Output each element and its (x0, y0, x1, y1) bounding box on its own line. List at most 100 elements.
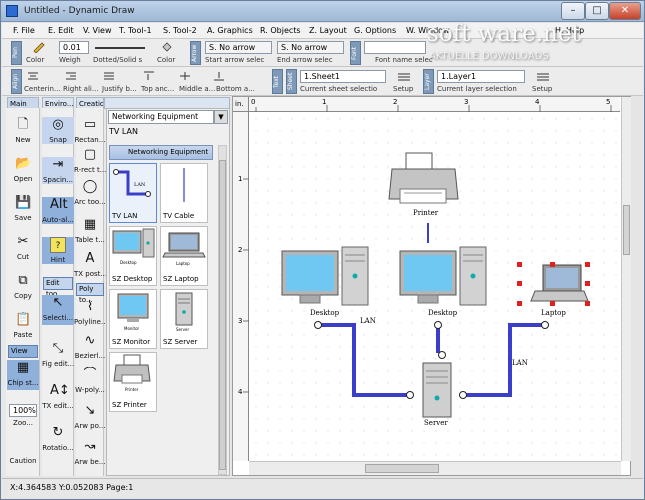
tile-tv-lan[interactable]: LAN TV LAN (109, 163, 157, 223)
menu-options[interactable]: G. Options (354, 26, 396, 35)
font-name-label[interactable]: Font name selec (375, 56, 433, 64)
menu-layout[interactable]: Z. Layout (309, 26, 347, 35)
zoom-input[interactable]: 100% (9, 404, 37, 417)
fill-bucket-icon[interactable] (160, 41, 174, 53)
library-select-arrow[interactable]: ▼ (214, 110, 228, 124)
zoom-dropdown[interactable]: Zoo... (7, 419, 39, 427)
arrow-poly-tool[interactable]: ↘ Arw po... (74, 403, 106, 430)
layer-select-label[interactable]: Current layer selection (437, 85, 517, 93)
tile-sz-monitor[interactable]: Monitor SZ Monitor (109, 289, 157, 349)
pen-icon[interactable] (32, 41, 46, 53)
menu-objects[interactable]: R. Objects (260, 26, 301, 35)
table-tool[interactable]: ▦ Table t... (74, 217, 106, 244)
start-arrow-select[interactable]: S. No arrow (205, 41, 272, 54)
new-button[interactable]: 🗋 New (7, 117, 39, 144)
rounded-rect-tool[interactable]: ▢ R-rect t... (74, 147, 106, 174)
align-right-label[interactable]: Right ali... (63, 85, 99, 93)
tx-edit-button[interactable]: A↕ TX edit... (42, 383, 74, 410)
justify-label[interactable]: Justify b... (102, 85, 137, 93)
edit-tools-head[interactable]: Edit too... (43, 277, 73, 298)
font-tab[interactable]: Font (350, 41, 361, 65)
view-panel-head[interactable]: View (8, 345, 38, 358)
label-laptop[interactable]: Laptop (541, 309, 566, 317)
tile-sz-server[interactable]: Server SZ Server (160, 289, 208, 349)
sheet-setup-label[interactable]: Setup (393, 85, 413, 93)
maximize-button[interactable]: □ (585, 2, 609, 20)
sheet-setup-icon[interactable] (397, 71, 411, 83)
label-server[interactable]: Server (424, 419, 448, 427)
arc-tool[interactable]: ◯ Arc too... (74, 179, 106, 206)
menu-tool2[interactable]: S. Tool-2 (163, 26, 197, 35)
spacing-button[interactable]: ⇥ Spacin... (42, 157, 74, 184)
auto-align-button[interactable]: Alt Auto-al... (42, 197, 74, 224)
menu-tool1[interactable]: T. Tool-1 (119, 26, 152, 35)
line-width-input[interactable]: 0.01 (59, 41, 89, 54)
layer-select[interactable]: 1.Layer1 (437, 70, 525, 83)
tile-sz-printer[interactable]: Printer SZ Printer (109, 352, 157, 412)
align-center-label[interactable]: Centerin... (24, 85, 61, 93)
label-lan-right[interactable]: LAN (512, 359, 528, 367)
minimize-button[interactable]: – (561, 2, 585, 20)
rotation-button[interactable]: ↻ Rotatio... (42, 425, 74, 452)
weight-label[interactable]: Weigh (59, 56, 81, 64)
menu-window[interactable]: W. Window (406, 26, 450, 35)
tile-tv-cable[interactable]: TV Cable (160, 163, 208, 223)
rectangle-tool[interactable]: ▭ Rectan... (74, 117, 106, 144)
fig-edit-button[interactable]: ⤡ Fig edit... (42, 341, 74, 368)
middle-anchor-label[interactable]: Middle a... (179, 85, 215, 93)
menu-graphics[interactable]: A. Graphics (207, 26, 253, 35)
copy-button[interactable]: ⧉ Copy (7, 273, 39, 300)
select-tool-button[interactable]: ↖ Selecti... (42, 295, 74, 325)
menu-file[interactable]: F. File (13, 26, 35, 35)
hint-button[interactable]: ? Hint (42, 237, 74, 264)
paste-button[interactable]: 📋 Paste (7, 312, 39, 339)
end-arrow-label[interactable]: End arrow selec (277, 56, 333, 64)
library-scrollbar[interactable] (218, 145, 227, 475)
library-select[interactable]: Networking Equipment (108, 110, 214, 124)
align-icons[interactable] (26, 71, 226, 81)
menu-view[interactable]: V. View (83, 26, 112, 35)
align-tab[interactable]: Align (11, 69, 22, 94)
title-bar[interactable]: Untitled - Dynamic Draw – □ ✕ (1, 1, 644, 22)
font-name-select[interactable] (364, 41, 426, 54)
pen-color-label[interactable]: Color (26, 56, 44, 64)
menu-edit[interactable]: E. Edit (48, 26, 74, 35)
vertical-scrollbar[interactable] (621, 97, 631, 461)
open-button[interactable]: 📂 Open (7, 156, 39, 183)
color2-label[interactable]: Color (157, 56, 175, 64)
tile-sz-desktop[interactable]: Desktop SZ Desktop (109, 226, 157, 286)
horizontal-scrollbar[interactable] (249, 461, 621, 475)
tile-sz-laptop[interactable]: Laptop SZ Laptop (160, 226, 208, 286)
w-poly-tool[interactable]: ⌒ W-poly... (74, 367, 106, 394)
snap-button[interactable]: ◎ Snap (42, 117, 74, 144)
sheet-tab[interactable]: Sheet (286, 69, 297, 94)
line-style-label[interactable]: Dotted/Solid s (93, 56, 142, 64)
vertical-scroll-thumb[interactable] (623, 205, 630, 255)
sheet-select-label[interactable]: Current sheet selectio (300, 85, 377, 93)
bottom-anchor-label[interactable]: Bottom a... (216, 85, 255, 93)
start-arrow-label[interactable]: Start arrow selec (205, 56, 264, 64)
line-style-preview[interactable] (93, 43, 147, 53)
pen-tab[interactable]: Pen (11, 41, 22, 65)
label-printer[interactable]: Printer (413, 209, 438, 217)
close-button[interactable]: ✕ (609, 2, 641, 20)
chip-status-button[interactable]: ▦ Chip st... (7, 360, 39, 390)
poly-tools-head[interactable]: Poly to... (76, 283, 104, 304)
canvas-page[interactable]: Printer Desktop Desktop Laptop Server LA… (250, 113, 621, 461)
tx-post-tool[interactable]: A TX post... (74, 251, 106, 278)
label-lan-left[interactable]: LAN (360, 317, 376, 325)
label-desktop-mid[interactable]: Desktop (428, 309, 457, 317)
arrow-bezier-tool[interactable]: ↝ Arw be... (74, 439, 106, 466)
label-desktop-left[interactable]: Desktop (310, 309, 339, 317)
save-button[interactable]: 💾 Save (7, 195, 39, 222)
library-group-header[interactable]: Networking Equipment (109, 145, 213, 160)
layer-setup-label[interactable]: Setup (532, 85, 552, 93)
layer-setup-icon[interactable] (536, 71, 550, 83)
top-anchor-label[interactable]: Top anc... (141, 85, 174, 93)
sheet-select[interactable]: 1.Sheet1 (300, 70, 386, 83)
layer-tab[interactable]: Layer (423, 69, 434, 94)
end-arrow-select[interactable]: S. No arrow (277, 41, 344, 54)
arrow-tab[interactable]: Arrow (190, 41, 201, 65)
horizontal-scroll-thumb[interactable] (365, 464, 439, 473)
bezier-tool[interactable]: ∿ Bezierl... (74, 333, 106, 360)
